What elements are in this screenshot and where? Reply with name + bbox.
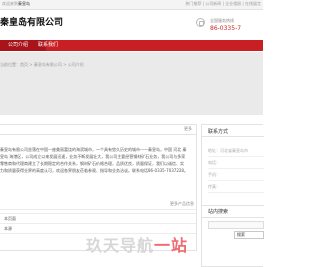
contact-divider [208,192,264,193]
watermark-text: 玖天导航 [86,236,155,255]
watermark: 玖天导航一站 [86,232,188,256]
breadcrumb[interactable]: 当前位置：首页 > 秦皇岛有限公司 > 公司介绍 [0,62,84,68]
intro-line: 皇岛 海港区，公司成立以来发展迅速，业务不断发展壮大，我公司主要经营钢材矿石业务… [0,154,186,159]
tab-divider [0,223,196,224]
welcome-text: 欢迎来到秦皇岛 [2,1,30,7]
intro-line: 零售商和代理商建立了长期稳定的合作关系，钢材矿石价格合理，品质优良，质量保证，我… [0,161,184,166]
more-link[interactable]: 更多 [184,126,192,132]
sidebar: 联系方式 地址：河北省秦皇岛市 电话： 手机： 传真： 站内搜索 搜索 [201,124,264,267]
divider [0,209,196,210]
contact-mobile: 手机： [208,172,220,177]
contact-phone: 电话： [208,160,220,165]
tab-source[interactable]: 本源 [4,226,12,232]
sidebar-divider [202,217,264,218]
site-header: 秦皇岛有限公司 全国服务热线 86-0335-7 [0,10,263,42]
top-bar: 欢迎来到秦皇岛 热门推荐 | 公司新闻 | 企业相册 | 在线留言 [0,0,263,10]
top-links[interactable]: 热门推荐 | 公司新闻 | 企业相册 | 在线留言 [185,1,261,7]
panel-header: 更多 [0,125,196,135]
company-intro-text: 秦皇岛有限公司坐落在中国一座美丽富饶的海滨城市，一个具有悠久历史的城市——秦皇岛… [0,146,188,174]
phone-icon [196,18,205,27]
main-nav: 公司介绍 联系我们 [0,40,263,51]
search-type-select[interactable]: 搜索 [234,231,264,239]
contact-fax: 传真： [208,184,220,189]
intro-line: 力和质量获得业界的高度认可，欢迎各界朋友莅临参观、指导和业务洽谈。联系电话86-… [0,168,188,173]
search-input[interactable] [208,221,264,229]
tab-this-page[interactable]: 本页面 [4,216,16,222]
hotline-number: 86-0335-7 [210,25,242,32]
company-name[interactable]: 秦皇岛有限公司 [0,15,63,28]
contact-address: 地址：河北省秦皇岛市 [208,148,248,153]
sidebar-divider [202,205,264,206]
welcome-label: 欢迎来到 [2,1,18,6]
watermark-accent: 一站 [154,236,189,255]
nav-item-contact-us[interactable]: 联系我们 [30,40,76,51]
contact-divider [208,156,264,157]
welcome-link[interactable]: 秦皇岛 [18,1,30,6]
sidebar-divider [202,136,264,137]
contact-title: 联系方式 [208,129,229,135]
hotline-label: 全国服务热线 [210,18,234,23]
intro-line: 秦皇岛有限公司坐落在中国一座美丽富饶的海滨城市，一个具有悠久历史的城市——秦皇岛… [0,147,187,152]
contact-divider [208,168,264,169]
tab-divider [0,213,196,214]
contact-divider [208,180,264,181]
read-more-link[interactable]: 更多产品信息 [170,201,194,207]
site-search-title: 站内搜索 [208,209,229,215]
